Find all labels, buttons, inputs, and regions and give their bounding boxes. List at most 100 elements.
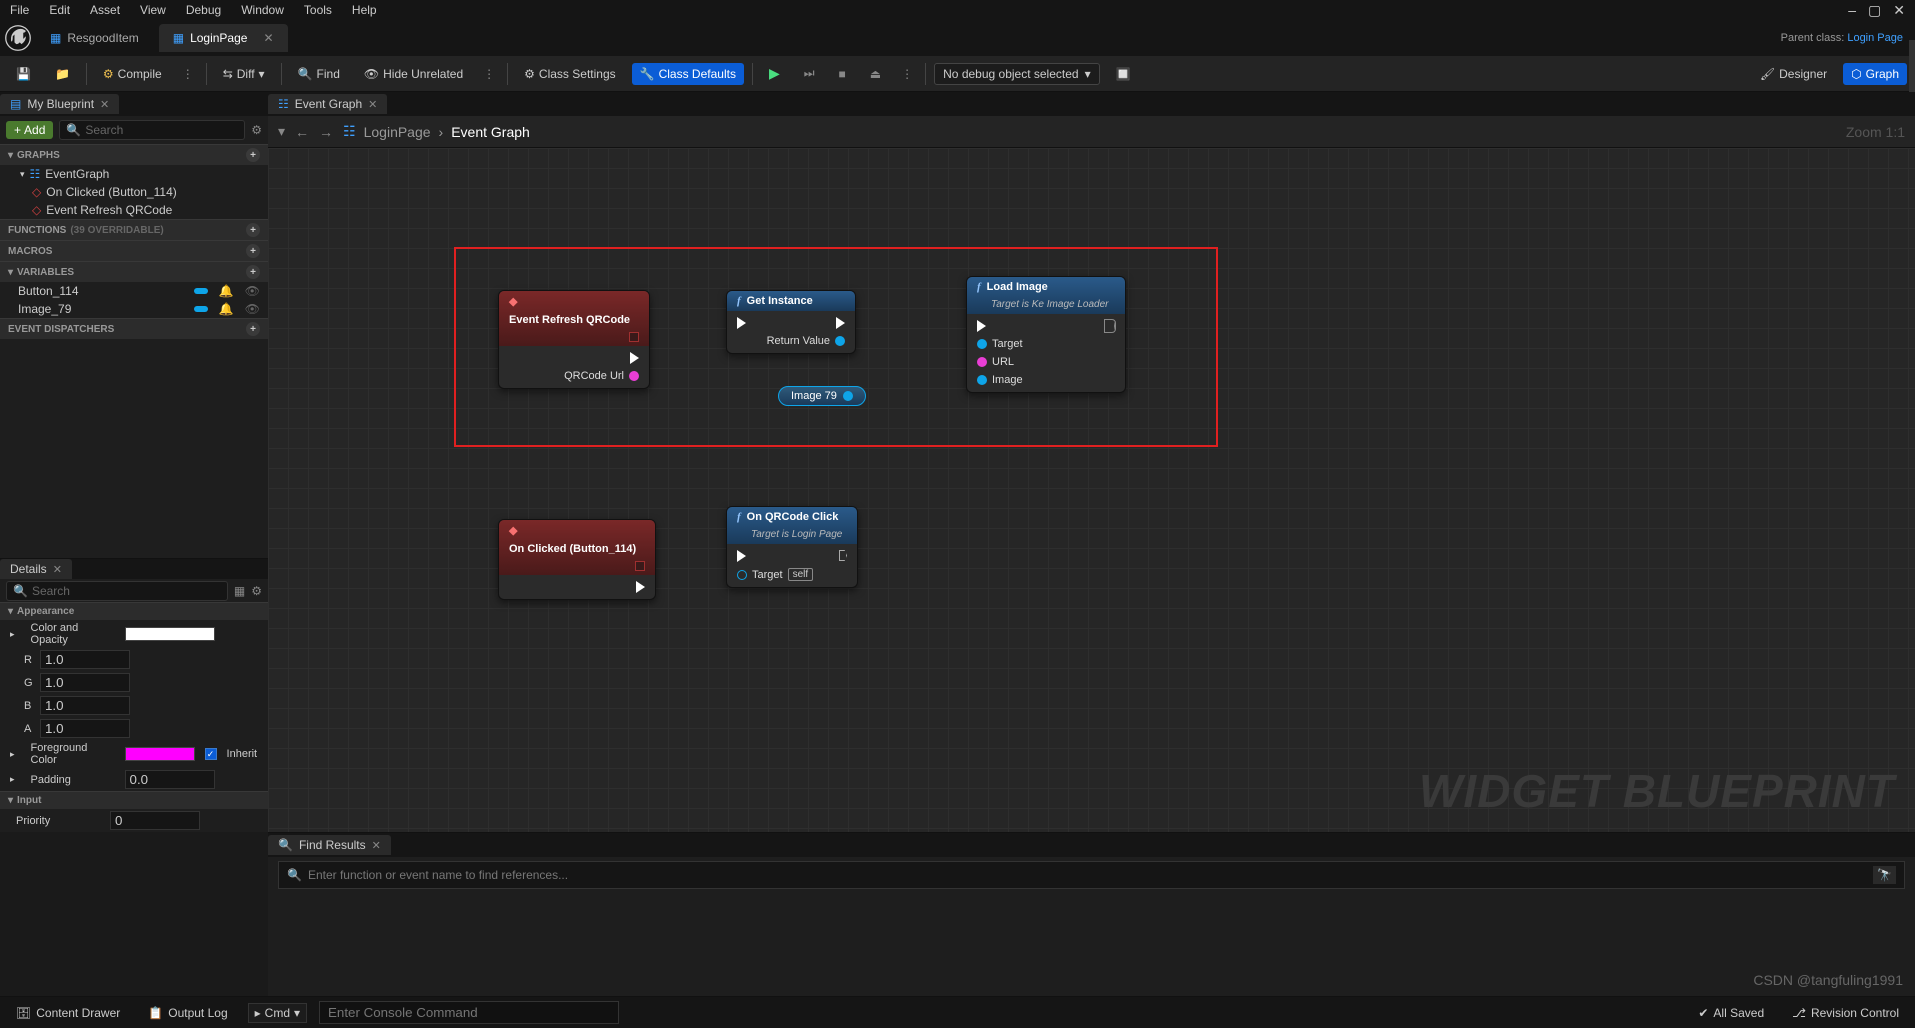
return-value-pin[interactable]: Return Value bbox=[767, 335, 845, 347]
settings-icon[interactable]: ⚙ bbox=[251, 123, 262, 137]
add-dispatcher-button[interactable]: + bbox=[246, 322, 260, 336]
settings-icon[interactable]: ⚙ bbox=[251, 584, 262, 598]
nav-back-icon[interactable]: ← bbox=[295, 124, 309, 140]
unreal-logo-icon[interactable] bbox=[0, 20, 36, 56]
designer-button[interactable]: 🖌 Designer bbox=[1752, 63, 1835, 85]
eject-button[interactable]: ⏏ bbox=[862, 63, 889, 85]
alert-icon[interactable]: 🔔 bbox=[219, 302, 234, 316]
add-function-button[interactable]: + bbox=[246, 223, 260, 237]
exec-out-pin[interactable] bbox=[630, 352, 639, 364]
revision-control-button[interactable]: ⎇ Revision Control bbox=[1784, 1003, 1907, 1023]
eye-icon[interactable]: 👁 bbox=[245, 284, 260, 298]
class-settings-button[interactable]: ⚙ Class Settings bbox=[516, 63, 623, 85]
parent-class-link[interactable]: Login Page bbox=[1847, 32, 1903, 44]
add-variable-button[interactable]: + bbox=[246, 265, 260, 279]
binoculars-icon[interactable]: 🔭 bbox=[1873, 866, 1896, 884]
var-image-79[interactable]: Image_79 🔔 👁 bbox=[0, 300, 268, 318]
inherit-checkbox[interactable]: ✓ bbox=[205, 748, 217, 760]
cmd-dropdown[interactable]: ▸ Cmd ▾ bbox=[248, 1003, 307, 1023]
details-search[interactable]: 🔍 Search bbox=[6, 581, 228, 601]
browse-button[interactable]: 📁 bbox=[47, 63, 78, 85]
locate-button[interactable]: 🔲 bbox=[1108, 63, 1139, 85]
play-button[interactable]: ▶ bbox=[761, 61, 788, 86]
skip-button[interactable]: ⏭ bbox=[796, 62, 823, 85]
output-log-button[interactable]: 📋 Output Log bbox=[140, 1003, 235, 1023]
tree-on-clicked[interactable]: ◇ On Clicked (Button_114) bbox=[0, 183, 268, 201]
section-event-dispatchers[interactable]: EVENT DISPATCHERS + bbox=[0, 318, 268, 339]
console-input[interactable] bbox=[319, 1001, 619, 1024]
class-defaults-button[interactable]: 🔧 Class Defaults bbox=[632, 63, 744, 85]
menu-edit[interactable]: Edit bbox=[49, 3, 70, 17]
tab-find-results[interactable]: 🔍 Find Results ✕ bbox=[268, 835, 391, 855]
exec-in-pin[interactable] bbox=[737, 550, 813, 562]
eye-icon[interactable]: 👁 bbox=[245, 302, 260, 316]
a-input[interactable] bbox=[40, 719, 130, 738]
qrcode-url-pin[interactable]: QRCode Url bbox=[564, 370, 639, 382]
var-button-114[interactable]: Button_114 🔔 👁 bbox=[0, 282, 268, 300]
tab-close-icon[interactable]: ✕ bbox=[372, 839, 381, 852]
exec-out-pin[interactable] bbox=[839, 550, 847, 561]
stop-button[interactable]: ■ bbox=[831, 63, 854, 85]
menu-view[interactable]: View bbox=[140, 3, 166, 17]
graph-button[interactable]: ⬡ Graph bbox=[1843, 63, 1907, 85]
tab-close-icon[interactable]: ✕ bbox=[53, 563, 62, 576]
image-pin[interactable]: Image bbox=[977, 374, 1023, 386]
close-icon[interactable]: ✕ bbox=[1893, 2, 1905, 19]
hide-options[interactable]: ⋮ bbox=[479, 67, 499, 81]
node-on-qrcode-click[interactable]: f On QRCode Click Target is Login Page T… bbox=[726, 506, 858, 588]
menu-help[interactable]: Help bbox=[352, 3, 377, 17]
menu-debug[interactable]: Debug bbox=[186, 3, 221, 17]
exec-out-pin[interactable] bbox=[1105, 320, 1115, 332]
add-button[interactable]: + Add bbox=[6, 121, 53, 139]
alert-icon[interactable]: 🔔 bbox=[219, 284, 234, 298]
node-event-refresh-qrcode[interactable]: ◆ Event Refresh QRCode QRCode Url bbox=[498, 290, 650, 389]
minimize-icon[interactable]: – bbox=[1848, 2, 1856, 19]
section-graphs[interactable]: ▾ GRAPHS + bbox=[0, 144, 268, 165]
target-pin[interactable]: Targetself bbox=[737, 568, 813, 581]
maximize-icon[interactable]: ▢ bbox=[1868, 2, 1881, 19]
section-appearance[interactable]: ▾ Appearance bbox=[0, 602, 268, 620]
debug-object-dropdown[interactable]: No debug object selected ▾ bbox=[934, 63, 1099, 85]
find-search-input[interactable]: 🔍 Enter function or event name to find r… bbox=[278, 861, 1905, 889]
diff-button[interactable]: ⇆ Diff ▾ bbox=[215, 63, 273, 85]
exec-out-pin[interactable] bbox=[836, 317, 845, 329]
nav-forward-icon[interactable]: → bbox=[319, 124, 333, 140]
fg-color-swatch[interactable] bbox=[125, 747, 195, 761]
hide-unrelated-button[interactable]: 👁 Hide Unrelated bbox=[356, 63, 471, 85]
tree-event-refresh[interactable]: ◇ Event Refresh QRCode bbox=[0, 201, 268, 219]
g-input[interactable] bbox=[40, 673, 130, 692]
chevron-right-icon[interactable]: ▸ bbox=[10, 749, 15, 760]
menu-tools[interactable]: Tools bbox=[304, 3, 332, 17]
find-button[interactable]: 🔍 Find bbox=[290, 63, 348, 85]
breadcrumb-root[interactable]: LoginPage bbox=[364, 124, 431, 140]
node-load-image[interactable]: f Load Image Target is Ke Image Loader T… bbox=[966, 276, 1126, 393]
dropdown-icon[interactable]: ▾ bbox=[278, 123, 285, 140]
delegate-pin[interactable] bbox=[629, 332, 639, 342]
section-functions[interactable]: FUNCTIONS (39 OVERRIDABLE) + bbox=[0, 219, 268, 240]
padding-input[interactable] bbox=[125, 770, 215, 789]
tab-close-icon[interactable]: ✕ bbox=[100, 98, 109, 111]
node-var-image-79[interactable]: Image 79 bbox=[778, 386, 866, 406]
node-get-instance[interactable]: f Get Instance Return Value bbox=[726, 290, 856, 354]
compile-options[interactable]: ⋮ bbox=[178, 67, 198, 81]
section-macros[interactable]: MACROS + bbox=[0, 240, 268, 261]
play-options[interactable]: ⋮ bbox=[897, 67, 917, 81]
content-drawer-button[interactable]: 🗄 Content Drawer bbox=[8, 1003, 128, 1023]
grid-icon[interactable]: ▦ bbox=[234, 584, 245, 598]
search-input[interactable]: 🔍 Search bbox=[59, 120, 245, 140]
url-pin[interactable]: URL bbox=[977, 356, 1023, 368]
tab-details[interactable]: Details ✕ bbox=[0, 559, 72, 579]
chevron-right-icon[interactable]: ▸ bbox=[10, 629, 15, 640]
menu-asset[interactable]: Asset bbox=[90, 3, 120, 17]
tab-loginpage[interactable]: ▦ LoginPage ✕ bbox=[159, 24, 288, 52]
section-input[interactable]: ▾ Input bbox=[0, 791, 268, 809]
delegate-pin[interactable] bbox=[635, 561, 645, 571]
tree-eventgraph[interactable]: ▾ ☷ EventGraph bbox=[0, 165, 268, 183]
priority-input[interactable] bbox=[110, 811, 200, 830]
chevron-right-icon[interactable]: ▸ bbox=[10, 774, 15, 785]
color-swatch[interactable] bbox=[125, 627, 215, 641]
menu-file[interactable]: File bbox=[10, 3, 29, 17]
r-input[interactable] bbox=[40, 650, 130, 669]
add-macro-button[interactable]: + bbox=[246, 244, 260, 258]
exec-in-pin[interactable] bbox=[977, 320, 1023, 332]
